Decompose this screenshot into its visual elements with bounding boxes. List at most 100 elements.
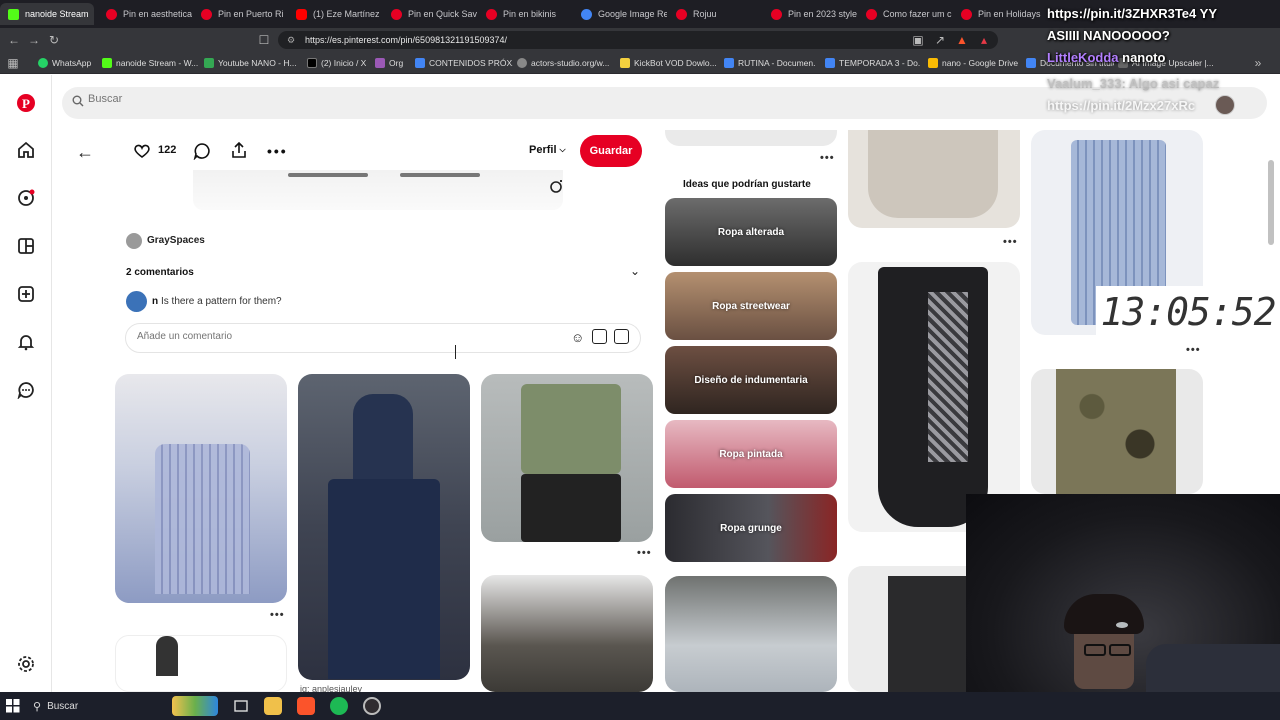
bookmark-label: nano - Google Drive [942,58,1019,68]
create-icon[interactable] [16,285,36,305]
page-scrollbar[interactable] [1268,160,1274,245]
pin-more-icon[interactable]: ••• [637,547,652,559]
tab-8[interactable]: Pin en 2023 style [763,3,857,25]
pin-image-subject [1056,369,1176,494]
address-bar[interactable]: ⚙ https://es.pinterest.com/pin/650981321… [278,31,998,49]
apps-icon[interactable]: ▦ [5,55,21,71]
commenter-avatar[interactable] [126,291,147,312]
bookmark-item[interactable]: nanoide Stream - W... [102,56,198,70]
bookmark-item[interactable]: nano - Google Drive [928,56,1020,70]
visual-search-icon[interactable] [549,179,565,195]
save-button[interactable]: Guardar [580,135,642,167]
collapse-chevron-icon[interactable]: ⌄ [630,264,640,278]
cast-icon[interactable]: ▣ [910,32,926,48]
share-icon[interactable] [230,141,250,159]
pin-card-beige-pants[interactable] [848,130,1020,228]
tab-2[interactable]: Pin en Puerto Ri [193,3,287,25]
bookmark-item[interactable]: RUTINA - Documen... [724,56,816,70]
reload-icon[interactable]: ↻ [46,32,62,48]
tab-10[interactable]: Pin en Holidays [953,3,1043,25]
pin-card-plaid-pants[interactable] [115,374,287,603]
pin-image[interactable] [193,170,563,210]
profile-label: Perfil [529,144,557,156]
tab-6[interactable]: Google Image Re [573,3,667,25]
pin-card-cargo-pants[interactable] [481,575,653,692]
comments-header[interactable]: 2 comentarios [126,267,194,278]
sticker-icon[interactable] [592,329,607,344]
spotify-icon[interactable] [330,697,348,715]
comment-input[interactable] [137,331,497,342]
bookmark-label: KickBot VOD Dowlo... [634,58,717,68]
bookmark-item[interactable]: TEMPORADA 3 - Do... [825,56,921,70]
author-avatar[interactable] [126,233,142,249]
user-avatar[interactable] [1215,95,1235,115]
idea-ropa-grunge[interactable]: Ropa grunge [665,494,837,562]
pin-more-icon[interactable]: ••• [1003,236,1018,248]
messages-icon[interactable] [16,381,36,401]
site-info-icon[interactable]: ⚙ [287,31,295,49]
bookmark-item[interactable]: CONTENIDOS PRÓX... [415,56,513,70]
pin-card-wide-jeans[interactable] [665,576,837,692]
more-options-icon[interactable]: ••• [267,143,288,159]
brave-browser-icon[interactable] [297,697,315,715]
bookmark-icon[interactable]: ☐ [256,32,272,48]
pin-card-green-skirt[interactable] [481,374,653,542]
bookmark-item[interactable]: KickBot VOD Dowlo... [620,56,720,70]
docs-icon [1026,58,1036,68]
bookmark-item[interactable]: Youtube NANO - H... [204,56,300,70]
boards-icon[interactable] [16,237,36,257]
tab-5[interactable]: Pin en bikinis [478,3,572,25]
file-explorer-icon[interactable] [264,697,282,715]
back-icon[interactable]: ← [6,32,22,48]
bookmark-item[interactable]: Org [375,56,411,70]
tab-7[interactable]: Rojuu [668,3,758,25]
home-icon[interactable] [16,141,36,161]
share-icon[interactable]: ↗ [932,32,948,48]
tab-3[interactable]: (1) Eze Martínez [288,3,382,25]
image-upload-icon[interactable] [614,329,629,344]
pin-more-icon[interactable]: ••• [270,609,285,621]
tab-9[interactable]: Como fazer um c [858,3,952,25]
tab-0[interactable]: nanoide Stream [0,3,94,25]
comment-box[interactable]: ☺ [125,323,641,353]
author-name[interactable]: GraySpaces [147,235,205,246]
obs-icon[interactable] [363,697,381,715]
pin-card-plaid-wrap-pants[interactable] [848,262,1020,532]
brave-rewards-icon[interactable]: ▴ [976,32,992,48]
settings-icon[interactable] [16,655,36,675]
tab-label: Pin en 2023 style [788,9,857,19]
tab-1[interactable]: Pin en aesthetica [98,3,192,25]
search-input[interactable] [88,93,388,105]
pin-card-camo-pants[interactable] [1031,369,1203,494]
bookmark-item[interactable]: WhatsApp [38,56,96,70]
bookmark-label: nanoide Stream - W... [116,58,198,68]
emoji-icon[interactable]: ☺ [571,330,584,345]
pin-more-icon[interactable]: ••• [1186,344,1201,356]
pin-more-icon[interactable]: ••• [820,152,835,164]
profile-dropdown[interactable]: Perfil ⌵ [529,144,566,156]
forward-icon[interactable]: → [26,32,42,48]
windows-start-icon[interactable] [6,699,20,713]
comment-icon[interactable] [193,142,213,161]
tab-4[interactable]: Pin en Quick Save [383,3,477,25]
commenter-name[interactable]: n [152,296,158,307]
task-view-icon[interactable] [232,697,250,715]
pin-card-top[interactable] [665,130,837,146]
pinterest-logo-icon[interactable]: P [16,93,36,113]
bookmark-item[interactable]: actors-studio.org/w... [517,56,613,70]
idea-diseno-indumentaria[interactable]: Diseño de indumentaria [665,346,837,414]
notifications-icon[interactable] [16,333,36,353]
idea-ropa-alterada[interactable]: Ropa alterada [665,198,837,266]
brave-shield-icon[interactable]: ▲ [954,32,970,48]
back-arrow-icon[interactable]: ← [75,142,95,162]
search-highlight-image[interactable] [172,696,218,716]
bookmark-item[interactable]: (2) Inicio / X [307,56,371,70]
pin-image-subject [928,292,968,462]
idea-ropa-streetwear[interactable]: Ropa streetwear [665,272,837,340]
heart-icon[interactable] [133,142,153,160]
pin-card-denim-outfit[interactable] [298,374,470,680]
tab-label: Pin en Quick Save [408,9,477,19]
idea-ropa-pintada[interactable]: Ropa pintada [665,420,837,488]
explore-icon[interactable] [16,189,36,209]
pin-card-sketch[interactable] [115,635,287,692]
